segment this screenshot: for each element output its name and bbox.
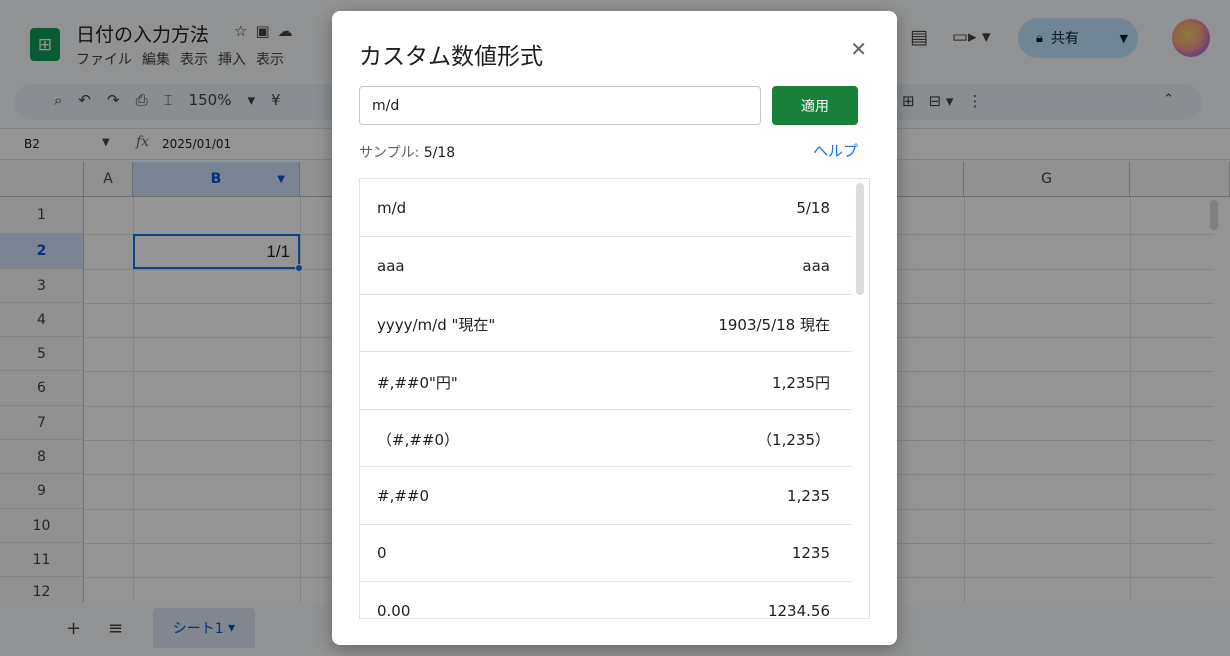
format-list[interactable]: m/d 5/18 aaa aaa yyyy/m/d "現在" 1903/5/18… xyxy=(359,178,870,619)
dialog-title: カスタム数値形式 xyxy=(359,44,543,70)
list-scrollbar[interactable] xyxy=(856,183,864,295)
format-pattern: yyyy/m/d "現在" xyxy=(377,316,496,334)
close-icon[interactable]: ✕ xyxy=(850,39,867,59)
list-item[interactable]: aaa aaa xyxy=(360,237,852,295)
list-item[interactable]: #,##0"円" 1,235円 xyxy=(360,352,852,410)
list-item[interactable]: m/d 5/18 xyxy=(360,179,852,237)
format-pattern: 0 xyxy=(377,544,387,562)
help-link[interactable]: ヘルプ xyxy=(813,140,858,161)
format-pattern: #,##0"円" xyxy=(377,374,458,392)
format-preview: 1,235 xyxy=(787,487,830,505)
sample-value: 5/18 xyxy=(423,145,456,161)
custom-number-format-dialog: カスタム数値形式 ✕ 適用 サンプル: 5/18 ヘルプ m/d 5/18 aa… xyxy=(332,11,897,645)
format-pattern-input[interactable] xyxy=(359,86,761,125)
format-preview: aaa xyxy=(802,257,830,275)
sample-label: サンプル: xyxy=(359,145,420,161)
format-preview: 1,235円 xyxy=(772,374,830,392)
format-pattern: m/d xyxy=(377,199,407,217)
list-item[interactable]: #,##0 1,235 xyxy=(360,467,852,525)
format-pattern: （#,##0） xyxy=(377,431,460,449)
format-preview: 5/18 xyxy=(796,199,830,217)
list-item[interactable]: 0.00 1234.56 xyxy=(360,582,852,619)
format-preview: 1903/5/18 現在 xyxy=(718,316,830,334)
format-pattern: aaa xyxy=(377,257,405,275)
format-pattern: #,##0 xyxy=(377,487,430,505)
format-preview: （1,235） xyxy=(757,431,830,449)
format-pattern: 0.00 xyxy=(377,602,411,619)
format-preview: 1235 xyxy=(791,544,830,562)
list-item[interactable]: yyyy/m/d "現在" 1903/5/18 現在 xyxy=(360,294,852,352)
apply-button[interactable]: 適用 xyxy=(772,86,858,125)
sample-preview: サンプル: 5/18 xyxy=(359,142,455,162)
list-item[interactable]: 0 1235 xyxy=(360,524,852,582)
format-preview: 1234.56 xyxy=(767,602,830,619)
list-item[interactable]: （#,##0） （1,235） xyxy=(360,409,852,467)
